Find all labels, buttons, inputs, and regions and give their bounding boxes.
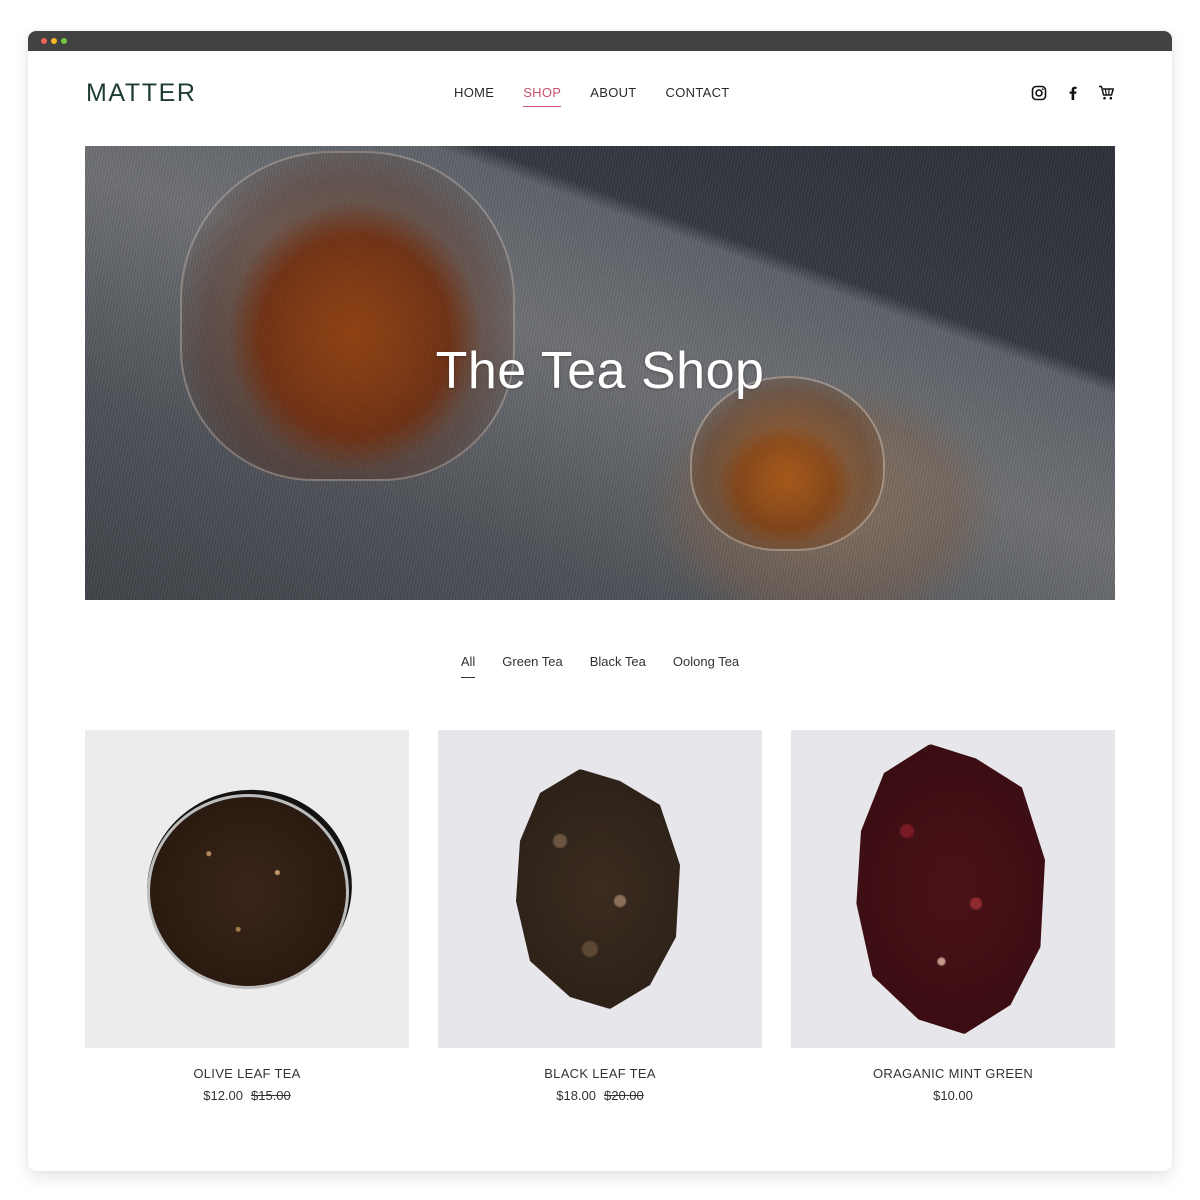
window-titlebar	[28, 31, 1172, 51]
nav-home[interactable]: HOME	[454, 85, 494, 105]
header-icons	[1030, 84, 1115, 101]
nav-contact[interactable]: CONTACT	[666, 85, 730, 105]
product-name[interactable]: BLACK LEAF TEA	[438, 1066, 762, 1081]
filter-oolong-tea[interactable]: Oolong Tea	[673, 654, 739, 675]
close-window-button[interactable]	[41, 38, 47, 44]
main-nav: HOME SHOP ABOUT CONTACT	[454, 85, 759, 107]
browser-window: MATTER HOME SHOP ABOUT CONTACT The Tea S…	[28, 31, 1172, 1171]
black-tea-leaves	[516, 769, 680, 1009]
product-price: $18.00	[556, 1088, 596, 1103]
product-name[interactable]: OLIVE LEAF TEA	[85, 1066, 409, 1081]
product-card[interactable]: BLACK LEAF TEA $18.00 $20.00	[438, 730, 762, 1103]
nav-about[interactable]: ABOUT	[590, 85, 636, 105]
site-header: MATTER HOME SHOP ABOUT CONTACT	[85, 51, 1115, 137]
product-image[interactable]	[438, 730, 762, 1048]
hero-banner: The Tea Shop	[85, 146, 1115, 600]
product-old-price: $15.00	[251, 1088, 291, 1103]
product-prices: $18.00 $20.00	[438, 1088, 762, 1103]
minimize-window-button[interactable]	[51, 38, 57, 44]
product-prices: $12.00 $15.00	[85, 1088, 409, 1103]
filter-all[interactable]: All	[460, 654, 476, 678]
product-old-price: $20.00	[604, 1088, 644, 1103]
nav-shop[interactable]: SHOP	[523, 85, 562, 107]
product-name[interactable]: ORAGANIC MINT GREEN	[791, 1066, 1115, 1081]
facebook-icon[interactable]	[1064, 84, 1081, 101]
product-price: $12.00	[203, 1088, 243, 1103]
product-prices: $10.00	[791, 1088, 1115, 1103]
filter-black-tea[interactable]: Black Tea	[590, 654, 646, 675]
hero-title: The Tea Shop	[435, 342, 765, 400]
hero-tea-cup	[690, 376, 885, 551]
hero-tea-pitcher	[180, 151, 515, 481]
hibiscus-tea-leaves	[856, 744, 1045, 1034]
product-card[interactable]: OLIVE LEAF TEA $12.00 $15.00	[85, 730, 409, 1103]
product-price: $10.00	[933, 1088, 973, 1103]
tea-tin	[147, 794, 349, 989]
filter-green-tea[interactable]: Green Tea	[502, 654, 562, 675]
cart-icon[interactable]	[1098, 84, 1115, 101]
category-filters: All Green Tea Black Tea Oolong Tea	[28, 654, 1172, 678]
product-image[interactable]	[85, 730, 409, 1048]
site-logo[interactable]: MATTER	[86, 79, 197, 108]
product-card[interactable]: ORAGANIC MINT GREEN $10.00	[791, 730, 1115, 1103]
instagram-icon[interactable]	[1030, 84, 1047, 101]
maximize-window-button[interactable]	[61, 38, 67, 44]
product-image[interactable]	[791, 730, 1115, 1048]
product-grid: OLIVE LEAF TEA $12.00 $15.00 BLACK LEAF T…	[85, 730, 1115, 1103]
